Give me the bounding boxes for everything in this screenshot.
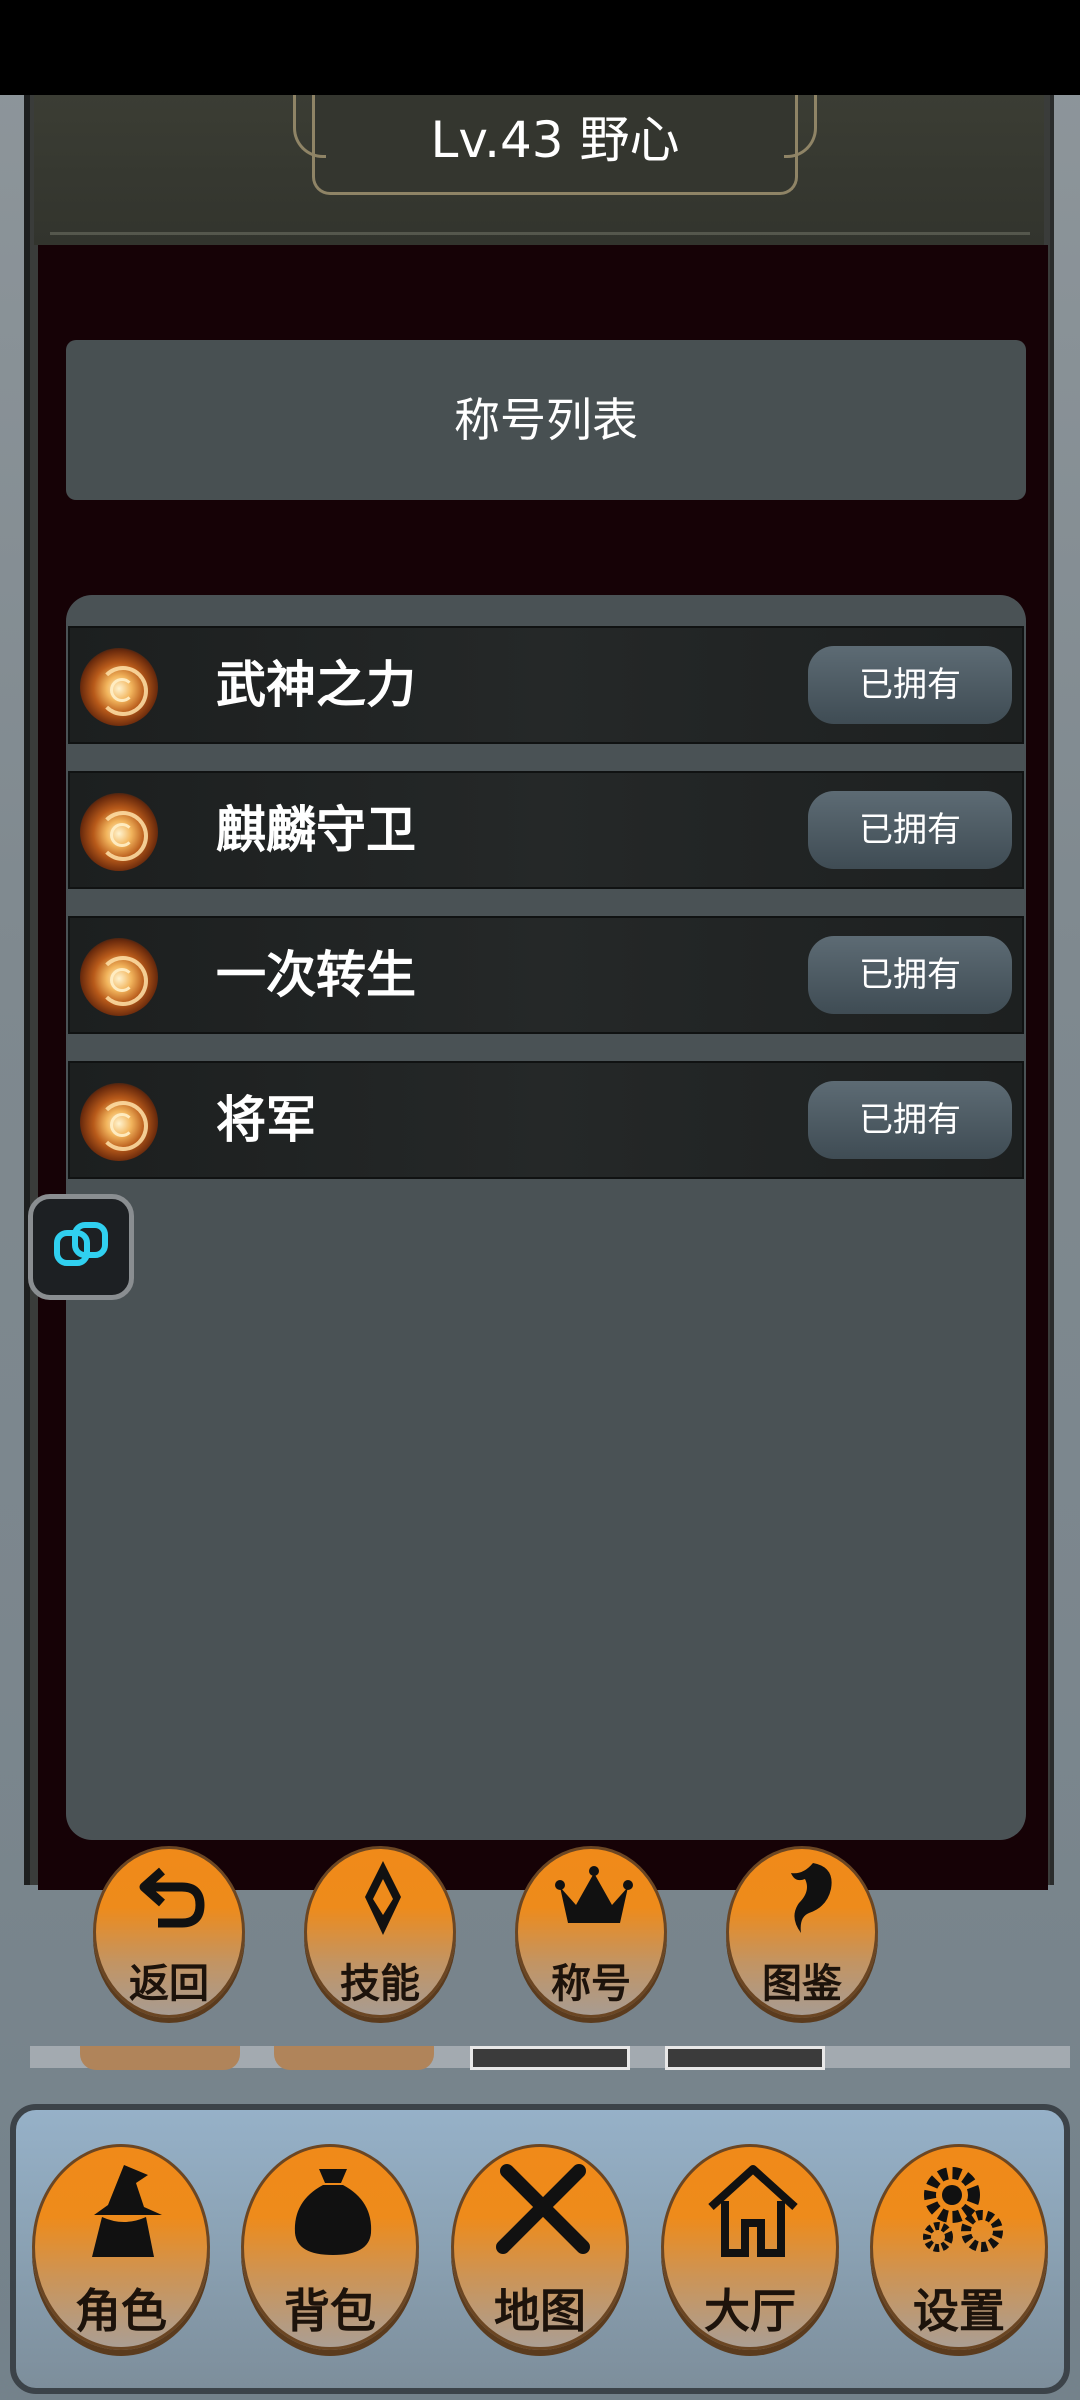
- nav-lobby[interactable]: 大厅: [661, 2144, 839, 2350]
- title-name: 麒麟守卫: [216, 801, 416, 859]
- title-name: 将军: [216, 1091, 316, 1149]
- codex-button[interactable]: 图鉴: [726, 1846, 878, 2018]
- dragon-icon: [791, 1863, 832, 1933]
- header-divider: [50, 232, 1030, 235]
- title-tab-button[interactable]: 称号: [515, 1846, 667, 2018]
- title-name: 武神之力: [216, 656, 416, 714]
- swirl-badge-icon: [80, 793, 158, 871]
- nav-bag-label: 背包: [284, 2284, 376, 2338]
- owned-button[interactable]: 已拥有: [808, 791, 1012, 869]
- nav-lobby-label: 大厅: [704, 2284, 796, 2338]
- wizard-icon: [92, 2165, 162, 2257]
- skill-emblem-icon: [365, 1861, 401, 1935]
- gears-icon: [923, 2167, 1003, 2252]
- owned-button[interactable]: 已拥有: [808, 1081, 1012, 1159]
- tab-stub: [80, 2046, 240, 2070]
- swirl-badge-icon: [80, 1083, 158, 1161]
- owned-button[interactable]: 已拥有: [808, 646, 1012, 724]
- title-row: 武神之力 已拥有: [68, 626, 1024, 744]
- swirl-badge-icon: [80, 938, 158, 1016]
- floating-link-button[interactable]: [28, 1194, 134, 1300]
- section-title: 称号列表: [66, 340, 1026, 500]
- nav-character-label: 角色: [75, 2284, 167, 2338]
- bag-icon: [294, 2169, 372, 2255]
- house-icon: [708, 2165, 798, 2257]
- link-icon: [54, 1222, 108, 1266]
- title-row: 一次转生 已拥有: [68, 916, 1024, 1034]
- tab-stub: [274, 2046, 434, 2070]
- owned-button[interactable]: 已拥有: [808, 936, 1012, 1014]
- crossed-swords-icon: [496, 2164, 590, 2254]
- status-bar: [0, 0, 1080, 95]
- level-title: Lv.43 野心: [430, 111, 680, 169]
- nav-bag[interactable]: 背包: [241, 2144, 419, 2350]
- title-name: 一次转生: [216, 946, 416, 1004]
- swirl-badge-icon: [80, 648, 158, 726]
- crown-icon: [555, 1866, 633, 1923]
- skill-button[interactable]: 技能: [304, 1846, 456, 2018]
- nav-character[interactable]: 角色: [32, 2144, 210, 2350]
- tab-stub: [665, 2046, 825, 2070]
- title-row: 麒麟守卫 已拥有: [68, 771, 1024, 889]
- tab-stub: [470, 2046, 630, 2070]
- return-label: 返回: [129, 1961, 209, 2007]
- codex-label: 图鉴: [762, 1961, 842, 2007]
- title-row: 将军 已拥有: [68, 1061, 1024, 1179]
- nav-settings[interactable]: 设置: [870, 2144, 1048, 2350]
- return-arrow-icon: [139, 1867, 205, 1928]
- skill-label: 技能: [340, 1961, 420, 2007]
- title-tab-label: 称号: [551, 1961, 631, 2007]
- return-button[interactable]: 返回: [93, 1846, 245, 2018]
- nav-settings-label: 设置: [913, 2284, 1005, 2338]
- nav-map[interactable]: 地图: [451, 2144, 629, 2350]
- nav-map-label: 地图: [494, 2284, 586, 2338]
